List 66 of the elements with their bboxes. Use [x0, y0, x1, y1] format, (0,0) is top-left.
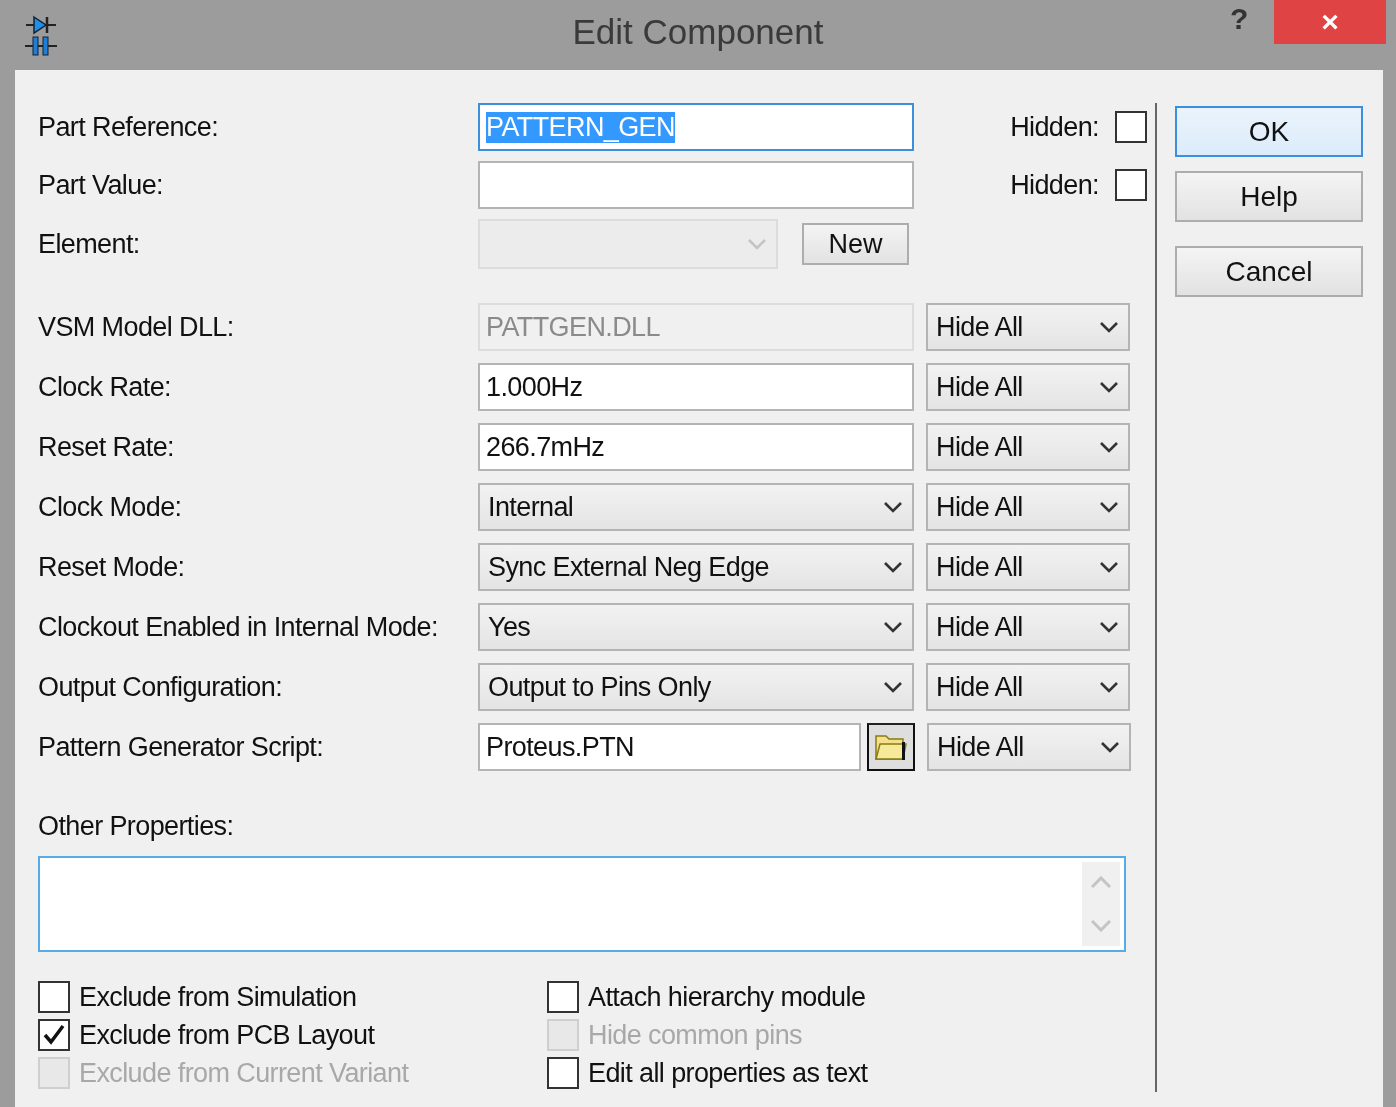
text-field[interactable] [478, 161, 914, 209]
checkmark-icon [43, 1024, 65, 1046]
chevron-down-icon [1101, 741, 1119, 753]
chevron-down-icon [884, 501, 902, 513]
field-label: Part Value: [38, 169, 164, 201]
field-label: Other Properties: [38, 810, 234, 842]
diode-capacitor-icon [24, 14, 58, 56]
field-label: Clockout Enabled in Internal Mode: [38, 611, 439, 643]
chevron-down-icon [1100, 441, 1118, 453]
field-label: Part Reference: [38, 111, 220, 143]
visibility-dropdown[interactable]: Hide All [926, 663, 1130, 711]
checkbox-label: Hide common pins [588, 1019, 802, 1051]
dropdown[interactable]: Sync External Neg Edge [478, 543, 914, 591]
readonly-field: PATTGEN.DLL [478, 303, 914, 351]
visibility-dropdown[interactable]: Hide All [926, 363, 1130, 411]
folder-icon [874, 732, 908, 762]
field-label: Element: [38, 228, 141, 260]
visibility-dropdown[interactable]: Hide All [926, 543, 1130, 591]
field-label: Clock Rate: [38, 371, 172, 403]
checkbox-label: Exclude from PCB Layout [79, 1019, 375, 1051]
dialog-button[interactable]: Help [1175, 171, 1363, 222]
dropdown[interactable]: Internal [478, 483, 914, 531]
window-title: Edit Component [572, 12, 824, 51]
checkbox-label: Attach hierarchy module [588, 981, 866, 1013]
field-label: Reset Mode: [38, 551, 186, 583]
checkbox[interactable] [38, 981, 70, 1013]
visibility-dropdown[interactable]: Hide All [926, 423, 1130, 471]
field-label: VSM Model DLL: [38, 311, 235, 343]
chevron-down-icon [1100, 381, 1118, 393]
chevron-down-icon [1100, 321, 1118, 333]
text-field[interactable]: 1.000Hz [478, 363, 914, 411]
checkbox[interactable] [547, 981, 579, 1013]
checkbox-label: Exclude from Simulation [79, 981, 357, 1013]
chevron-down-icon [884, 561, 902, 573]
dialog-button[interactable]: Cancel [1175, 246, 1363, 297]
chevron-down-icon [1100, 621, 1118, 633]
visibility-dropdown[interactable]: Hide All [927, 723, 1131, 771]
checkbox[interactable] [38, 1019, 70, 1051]
field-label: Reset Rate: [38, 431, 175, 463]
checkbox[interactable] [1115, 169, 1147, 201]
dropdown[interactable]: Yes [478, 603, 914, 651]
text-field[interactable]: 266.7mHz [478, 423, 914, 471]
checkbox[interactable] [1115, 111, 1147, 143]
field-label: Pattern Generator Script: [38, 731, 325, 763]
field-label: Clock Mode: [38, 491, 183, 523]
hidden-label: Hidden: [1010, 111, 1099, 143]
visibility-dropdown[interactable]: Hide All [926, 603, 1130, 651]
chevron-down-icon [884, 621, 902, 633]
chevron-down-icon [1100, 681, 1118, 693]
dropdown[interactable]: Output to Pins Only [478, 663, 914, 711]
field-label: Output Configuration: [38, 671, 284, 703]
close-button[interactable]: × [1274, 0, 1386, 44]
checkbox-label: Edit all properties as text [588, 1057, 868, 1089]
hidden-label: Hidden: [1010, 169, 1099, 201]
visibility-dropdown[interactable]: Hide All [926, 483, 1130, 531]
chevron-down-icon [1100, 561, 1118, 573]
chevron-down-icon [884, 681, 902, 693]
help-button[interactable]: ? [1224, 2, 1255, 36]
checkbox[interactable] [547, 1057, 579, 1089]
visibility-dropdown[interactable]: Hide All [926, 303, 1130, 351]
text-field[interactable]: Proteus.PTN [478, 723, 861, 771]
dialog-button[interactable]: OK [1175, 106, 1363, 157]
chevron-down-icon [1100, 501, 1118, 513]
chevron-down-icon [748, 238, 766, 250]
folder-button[interactable] [867, 723, 915, 771]
checkbox-label: Exclude from Current Variant [79, 1057, 409, 1089]
